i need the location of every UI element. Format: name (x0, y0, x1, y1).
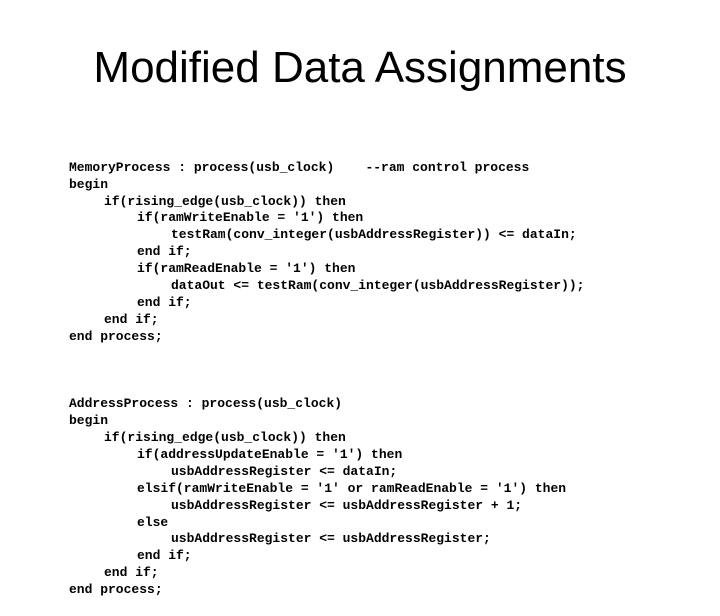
code-line: usbAddressRegister <= usbAddressRegister… (171, 497, 523, 513)
code-line: end process; (69, 328, 163, 344)
code-block-memory-process: MemoryProcess : process(usb_clock) --ram… (69, 160, 584, 346)
code-line: begin (69, 176, 109, 192)
code-line: dataOut <= testRam(conv_integer(usbAddre… (171, 278, 585, 294)
code-line: elsif(ramWriteEnable = '1' or ramReadEna… (137, 480, 567, 496)
code-line: if(rising_edge(usb_clock)) then (104, 430, 346, 446)
code-line: end if; (137, 294, 192, 310)
code-line: AddressProcess : process(usb_clock) (69, 396, 343, 412)
code-listing: MemoryProcess : process(usb_clock) --ram… (69, 126, 584, 616)
code-line: usbAddressRegister <= dataIn; (171, 463, 398, 479)
code-line: if(rising_edge(usb_clock)) then (104, 193, 346, 209)
slide-title: Modified Data Assignments (93, 43, 627, 92)
code-line: end if; (104, 311, 159, 327)
code-line: else (137, 514, 169, 530)
code-line: begin (69, 413, 109, 429)
code-block-address-process: AddressProcess : process(usb_clock) begin… (69, 396, 584, 599)
code-line: if(ramReadEnable = '1') then (137, 261, 356, 277)
code-line: end if; (104, 565, 159, 581)
code-line: if(addressUpdateEnable = '1') then (137, 446, 403, 462)
code-line: end process; (69, 582, 163, 598)
code-line: end if; (137, 548, 192, 564)
code-line: end if; (137, 244, 192, 260)
code-line: if(ramWriteEnable = '1') then (137, 210, 364, 226)
code-line: testRam(conv_integer(usbAddressRegister)… (171, 227, 577, 243)
code-line: MemoryProcess : process(usb_clock) --ram… (69, 159, 530, 175)
